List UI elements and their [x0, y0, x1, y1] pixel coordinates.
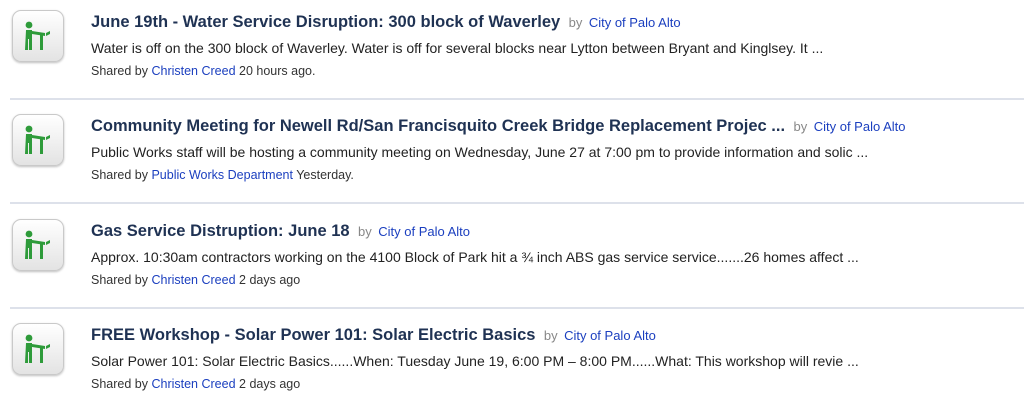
- by-label: by: [793, 119, 808, 134]
- shared-by-line: Shared by Christen Creed 2 days ago: [91, 376, 300, 392]
- sharer-link[interactable]: Christen Creed: [151, 273, 235, 287]
- item-title-link[interactable]: June 19th - Water Service Disruption: 30…: [91, 13, 560, 31]
- sharer-link[interactable]: Christen Creed: [151, 377, 235, 391]
- walking-person-icon[interactable]: [12, 219, 64, 271]
- item-snippet: Water is off on the 300 block of Waverle…: [91, 40, 824, 56]
- item-divider: [10, 98, 1024, 100]
- shared-time: 20 hours ago.: [239, 64, 316, 78]
- item-snippet: Solar Power 101: Solar Electric Basics..…: [91, 353, 859, 369]
- by-label: by: [543, 328, 558, 343]
- feed-item: June 19th - Water Service Disruption: 30…: [0, 0, 1024, 96]
- item-title-link[interactable]: Community Meeting for Newell Rd/San Fran…: [91, 117, 785, 135]
- shared-time: 2 days ago: [239, 377, 301, 391]
- by-label: by: [568, 15, 583, 30]
- source-link[interactable]: City of Palo Alto: [814, 119, 906, 134]
- walking-person-icon[interactable]: [12, 114, 64, 166]
- shared-by-label: Shared by: [91, 168, 148, 182]
- item-divider: [10, 307, 1024, 309]
- shared-by-label: Shared by: [91, 377, 148, 391]
- item-title-link[interactable]: Gas Service Distruption: June 18: [91, 222, 350, 240]
- walking-person-icon[interactable]: [12, 323, 64, 375]
- shared-time: 2 days ago: [239, 273, 301, 287]
- shared-by-line: Shared by Christen Creed 20 hours ago.: [91, 63, 315, 79]
- item-snippet: Approx. 10:30am contractors working on t…: [91, 249, 859, 265]
- shared-by-line: Shared by Christen Creed 2 days ago: [91, 272, 300, 288]
- item-title-line: June 19th - Water Service Disruption: 30…: [91, 12, 1004, 33]
- item-title-line: Community Meeting for Newell Rd/San Fran…: [91, 116, 1004, 137]
- shared-time: Yesterday.: [296, 168, 354, 182]
- shared-by-label: Shared by: [91, 64, 148, 78]
- news-feed: June 19th - Water Service Disruption: 30…: [0, 0, 1024, 407]
- sharer-link[interactable]: Public Works Department: [151, 168, 293, 182]
- item-snippet: Public Works staff will be hosting a com…: [91, 144, 869, 160]
- item-title-line: Gas Service Distruption: June 18 by City…: [91, 221, 1004, 242]
- source-link[interactable]: City of Palo Alto: [589, 15, 681, 30]
- feed-item: FREE Workshop - Solar Power 101: Solar E…: [0, 313, 1024, 409]
- shared-by-label: Shared by: [91, 273, 148, 287]
- item-title-link[interactable]: FREE Workshop - Solar Power 101: Solar E…: [91, 326, 535, 344]
- feed-item: Gas Service Distruption: June 18 by City…: [0, 209, 1024, 305]
- source-link[interactable]: City of Palo Alto: [564, 328, 656, 343]
- shared-by-line: Shared by Public Works Department Yester…: [91, 167, 354, 183]
- item-title-line: FREE Workshop - Solar Power 101: Solar E…: [91, 325, 1004, 346]
- item-divider: [10, 202, 1024, 204]
- by-label: by: [358, 224, 372, 239]
- sharer-link[interactable]: Christen Creed: [151, 64, 235, 78]
- source-link[interactable]: City of Palo Alto: [378, 224, 470, 239]
- walking-person-icon[interactable]: [12, 10, 64, 62]
- feed-item: Community Meeting for Newell Rd/San Fran…: [0, 104, 1024, 200]
